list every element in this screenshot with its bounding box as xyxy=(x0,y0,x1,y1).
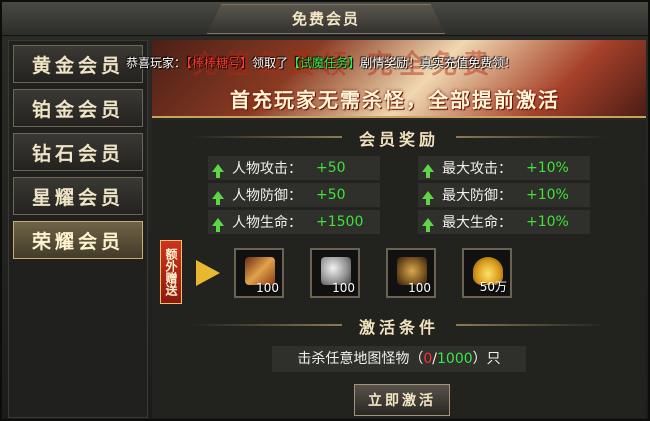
window-title: 免费会员 xyxy=(291,10,360,28)
stat-row: 人物攻击： +50 xyxy=(208,156,380,180)
rewards-header-label: 会员奖励 xyxy=(358,130,439,149)
item-count: 100 xyxy=(332,281,355,295)
activation-header: 激活条件 xyxy=(152,312,646,338)
activation-condition: 击杀任意地图怪物（0/1000）只 xyxy=(272,346,526,372)
stat-name: 人物攻击： xyxy=(232,161,302,177)
stat-row: 最大生命： +10% xyxy=(418,210,590,234)
rewards-header: 会员奖励 xyxy=(152,124,646,150)
reward-item-slot[interactable]: 50万 xyxy=(462,248,512,298)
scrolling-notice: 恭喜玩家：【棒棒糖号】领取了【试魔任务】剧情奖励！真实充值免费领！ xyxy=(126,54,516,71)
notice-suffix: 剧情奖励！真实充值免费领！ xyxy=(360,56,517,70)
notice-player: 【棒棒糖号】 xyxy=(186,56,253,70)
member-window: 免费会员 黄金会员 铂金会员 钻石会员 星耀会员 荣耀会员 充值免费领 完全免费… xyxy=(0,0,650,421)
condition-current: 0 xyxy=(423,351,433,367)
extra-gift-tag: 额外赠送 xyxy=(160,240,182,304)
notice-prefix: 恭喜玩家： xyxy=(126,56,187,70)
stat-value: +10% xyxy=(526,187,569,203)
item-count: 100 xyxy=(408,281,431,295)
sidebar-item-glory[interactable]: 荣耀会员 xyxy=(13,221,143,259)
sidebar-item-diamond[interactable]: 钻石会员 xyxy=(13,133,143,171)
stat-row: 最大防御： +10% xyxy=(418,183,590,207)
reward-panel: 会员奖励 人物攻击： +50 最大攻击： +10% 人物防御： +50 最大防御… xyxy=(152,120,646,418)
item-count: 50万 xyxy=(479,280,507,294)
condition-suffix: ）只 xyxy=(472,351,501,367)
activate-button[interactable]: 立即激活 xyxy=(354,384,450,416)
stat-row: 人物防御： +50 xyxy=(208,183,380,207)
promo-banner: 充值免费领 完全免费 首充玩家无需杀怪，全部提前激活 xyxy=(152,40,646,118)
stat-name: 最大攻击： xyxy=(442,161,512,177)
up-arrow-icon xyxy=(422,218,434,232)
notice-task: 【试魔任务】 xyxy=(288,56,361,70)
up-arrow-icon xyxy=(212,164,224,178)
banner-slogan: 首充玩家无需杀怪，全部提前激活 xyxy=(230,88,560,112)
arrow-right-icon xyxy=(196,260,220,286)
reward-item-slot[interactable]: 100 xyxy=(386,248,436,298)
activation-header-label: 激活条件 xyxy=(358,318,439,337)
stat-value: +50 xyxy=(316,187,346,203)
sidebar-item-gold[interactable]: 黄金会员 xyxy=(13,45,143,83)
tier-sidebar: 黄金会员 铂金会员 钻石会员 星耀会员 荣耀会员 xyxy=(8,40,148,418)
stat-row: 最大攻击： +10% xyxy=(418,156,590,180)
stat-name: 最大防御： xyxy=(442,188,512,204)
stat-value: +1500 xyxy=(316,214,364,230)
reward-item-slot[interactable]: 100 xyxy=(234,248,284,298)
stat-row: 人物生命： +1500 xyxy=(208,210,380,234)
reward-item-slot[interactable]: 100 xyxy=(310,248,360,298)
stat-name: 人物生命： xyxy=(232,215,302,231)
stat-name: 人物防御： xyxy=(232,188,302,204)
up-arrow-icon xyxy=(422,164,434,178)
item-count: 100 xyxy=(256,281,279,295)
up-arrow-icon xyxy=(212,191,224,205)
stat-value: +50 xyxy=(316,160,346,176)
stat-value: +10% xyxy=(526,160,569,176)
sidebar-item-star[interactable]: 星耀会员 xyxy=(13,177,143,215)
up-arrow-icon xyxy=(422,191,434,205)
stat-value: +10% xyxy=(526,214,569,230)
sidebar-item-platinum[interactable]: 铂金会员 xyxy=(13,89,143,127)
condition-total: 1000 xyxy=(437,351,473,367)
up-arrow-icon xyxy=(212,218,224,232)
notice-middle: 领取了 xyxy=(252,56,289,70)
condition-prefix: 击杀任意地图怪物（ xyxy=(297,351,424,367)
stat-name: 最大生命： xyxy=(442,215,512,231)
